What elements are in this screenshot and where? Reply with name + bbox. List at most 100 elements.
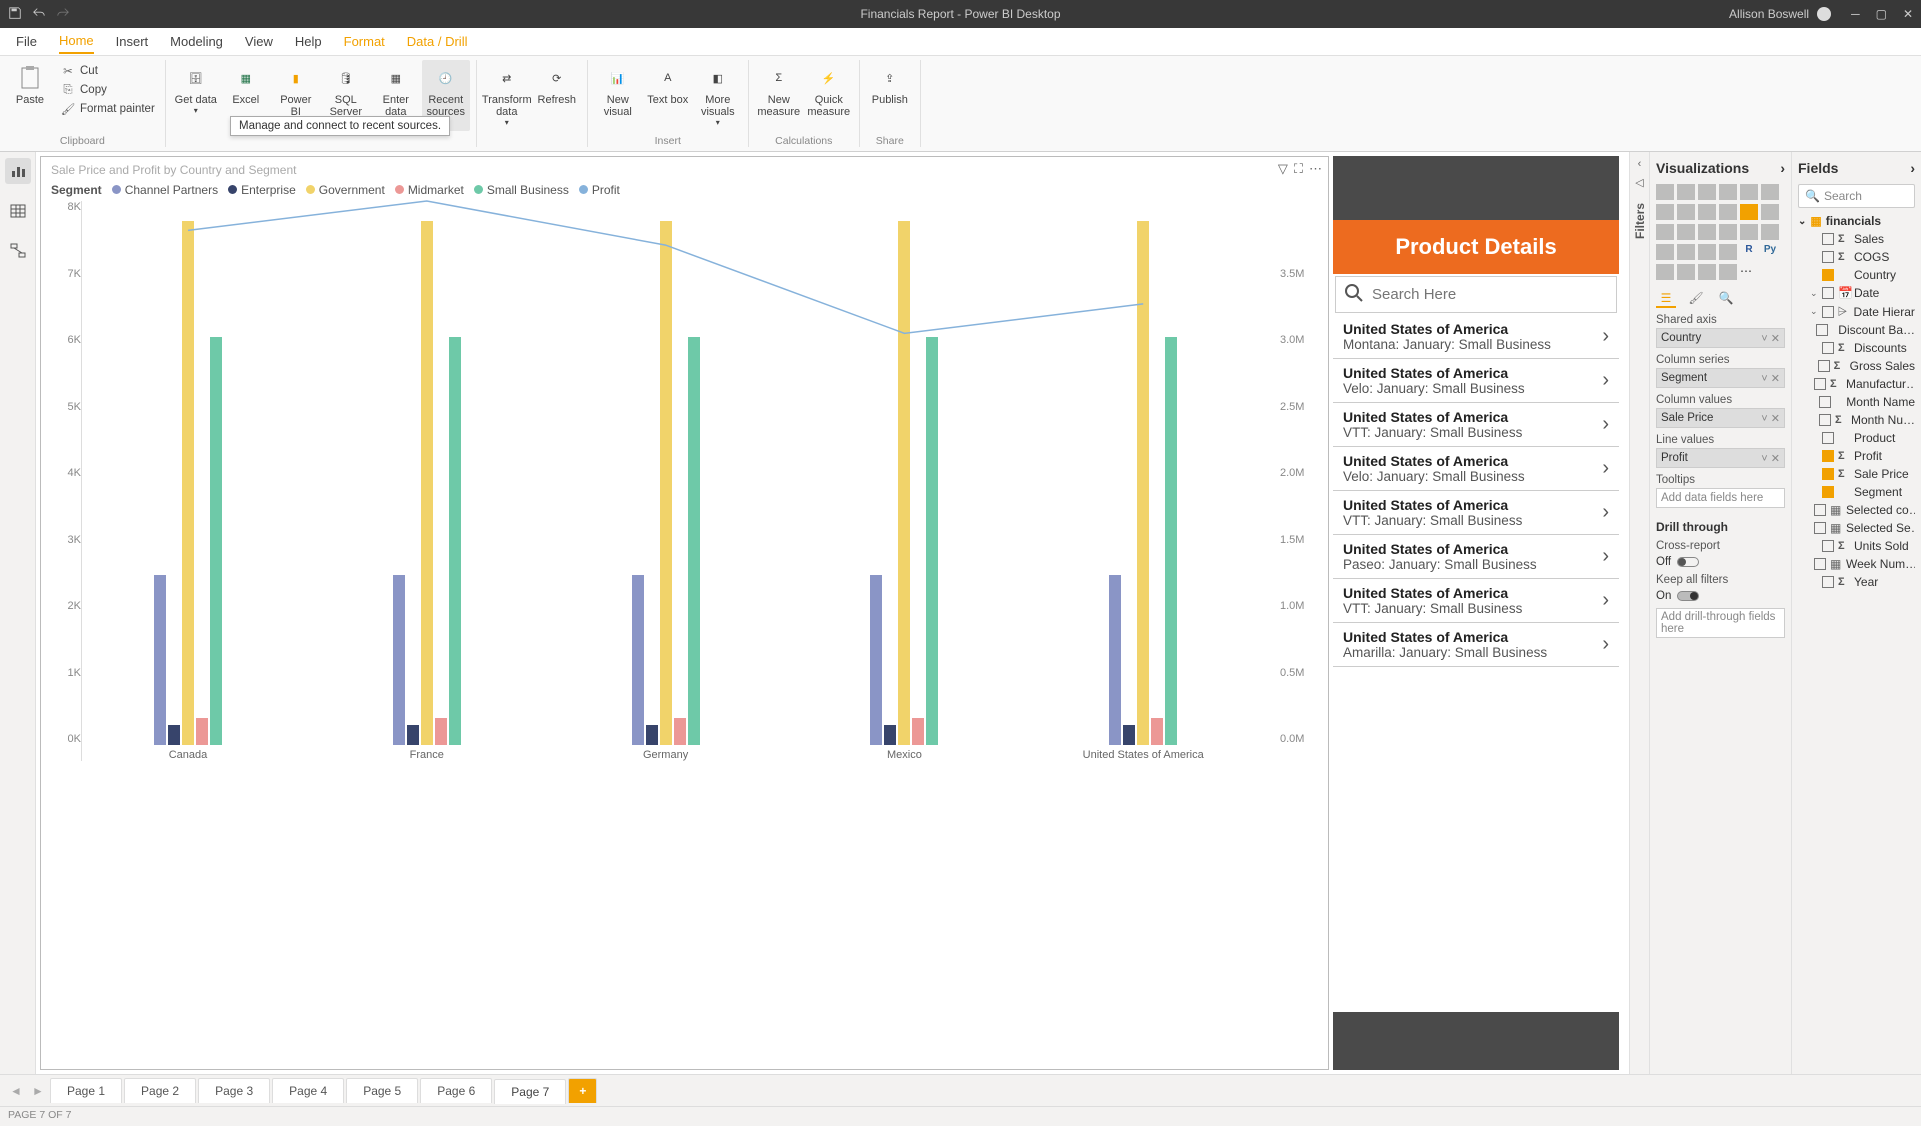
page-tab[interactable]: Page 4: [272, 1078, 344, 1103]
field-row[interactable]: ΣDiscounts: [1798, 339, 1915, 357]
field-row[interactable]: ⌄📅Date: [1798, 284, 1915, 302]
tab-file[interactable]: File: [16, 30, 37, 53]
field-row[interactable]: ⌄⩥Date Hierar…: [1798, 302, 1915, 321]
field-row[interactable]: Product: [1798, 429, 1915, 447]
field-row[interactable]: Segment: [1798, 483, 1915, 501]
tooltips-well[interactable]: Add data fields here: [1656, 488, 1785, 508]
page-tab[interactable]: Page 3: [198, 1078, 270, 1103]
field-row[interactable]: ▦Selected co…: [1798, 501, 1915, 519]
new-measure-button[interactable]: ΣNew measure: [755, 60, 803, 122]
column-series-well[interactable]: Segment˅ ✕: [1656, 368, 1785, 388]
text-box-button[interactable]: AText box: [644, 60, 692, 110]
undo-icon[interactable]: [32, 6, 46, 23]
chevron-right-icon[interactable]: ›: [1910, 160, 1915, 176]
details-search[interactable]: [1335, 276, 1617, 313]
field-row[interactable]: Discount Ba…: [1798, 321, 1915, 339]
report-view-icon[interactable]: [5, 158, 31, 184]
detail-item[interactable]: United States of AmericaVelo: January: S…: [1333, 447, 1619, 491]
visualization-picker[interactable]: RPy ⋯: [1656, 184, 1785, 280]
page-tab[interactable]: Page 6: [420, 1078, 492, 1103]
field-row[interactable]: ΣProfit: [1798, 447, 1915, 465]
table-financials[interactable]: ⌄ ▦ financials: [1798, 214, 1915, 228]
refresh-button[interactable]: ⟳Refresh: [533, 60, 581, 110]
tab-insert[interactable]: Insert: [116, 30, 149, 53]
fields-tab-icon[interactable]: ☰: [1656, 290, 1676, 308]
detail-item[interactable]: United States of AmericaPaseo: January: …: [1333, 535, 1619, 579]
tab-help[interactable]: Help: [295, 30, 322, 53]
filter-icon[interactable]: ▽: [1278, 161, 1288, 177]
add-page-button[interactable]: +: [568, 1078, 597, 1103]
format-tab-icon[interactable]: 🖌: [1686, 290, 1706, 308]
redo-icon[interactable]: [56, 6, 70, 23]
enter-data-button[interactable]: ▦Enter data: [372, 60, 420, 122]
sql-server-button[interactable]: 🛢SQL Server: [322, 60, 370, 122]
page-tab[interactable]: Page 7: [494, 1079, 566, 1104]
cut-button[interactable]: ✂Cut: [56, 62, 159, 80]
column-values-well[interactable]: Sale Price˅ ✕: [1656, 408, 1785, 428]
tab-view[interactable]: View: [245, 30, 273, 53]
user-name[interactable]: Allison Boswell: [1729, 7, 1809, 21]
cross-report-toggle[interactable]: Off: [1656, 556, 1785, 568]
model-view-icon[interactable]: [5, 238, 31, 264]
keep-filters-toggle[interactable]: On: [1656, 590, 1785, 602]
bar-group[interactable]: [122, 221, 254, 745]
chevron-right-icon[interactable]: ›: [1780, 160, 1785, 176]
detail-item[interactable]: United States of AmericaVelo: January: S…: [1333, 359, 1619, 403]
format-painter-button[interactable]: 🖌Format painter: [56, 100, 159, 118]
bar-group[interactable]: [1077, 221, 1209, 745]
detail-item[interactable]: United States of AmericaAmarilla: Januar…: [1333, 623, 1619, 667]
expand-icon[interactable]: ‹: [1638, 158, 1642, 170]
shared-axis-well[interactable]: Country˅ ✕: [1656, 328, 1785, 348]
field-row[interactable]: ▦Selected Se…: [1798, 519, 1915, 537]
field-row[interactable]: ΣSale Price: [1798, 465, 1915, 483]
product-details-visual[interactable]: Product Details United States of America…: [1333, 156, 1619, 1070]
field-row[interactable]: ΣCOGS: [1798, 248, 1915, 266]
bar-group[interactable]: [838, 221, 970, 745]
drillthrough-well[interactable]: Add drill-through fields here: [1656, 608, 1785, 638]
fields-search[interactable]: 🔍 Search: [1798, 184, 1915, 208]
analytics-tab-icon[interactable]: 🔍: [1716, 290, 1736, 308]
transform-data-button[interactable]: ⇄Transform data▾: [483, 60, 531, 131]
bar-group[interactable]: [600, 221, 732, 745]
detail-item[interactable]: United States of AmericaVTT: January: Sm…: [1333, 403, 1619, 447]
publish-button[interactable]: ⇪Publish: [866, 60, 914, 110]
page-tab[interactable]: Page 5: [346, 1078, 418, 1103]
field-row[interactable]: Country: [1798, 266, 1915, 284]
tab-data-drill[interactable]: Data / Drill: [407, 30, 468, 53]
more-options-icon[interactable]: ⋯: [1309, 161, 1322, 177]
next-page-icon[interactable]: ►: [28, 1084, 48, 1098]
field-row[interactable]: Month Name: [1798, 393, 1915, 411]
get-data-button[interactable]: 🗄Get data▾: [172, 60, 220, 119]
line-values-well[interactable]: Profit˅ ✕: [1656, 448, 1785, 468]
data-view-icon[interactable]: [5, 198, 31, 224]
copy-button[interactable]: ⎘Copy: [56, 81, 159, 99]
more-visuals-button[interactable]: ◧More visuals▾: [694, 60, 742, 131]
report-canvas[interactable]: ▽ ⛶ ⋯ Sale Price and Profit by Country a…: [36, 152, 1629, 1074]
maximize-icon[interactable]: ▢: [1876, 7, 1887, 21]
field-row[interactable]: ΣSales: [1798, 230, 1915, 248]
page-tab[interactable]: Page 2: [124, 1078, 196, 1103]
excel-button[interactable]: ▦Excel: [222, 60, 270, 110]
quick-measure-button[interactable]: ⚡Quick measure: [805, 60, 853, 122]
user-avatar-icon[interactable]: [1817, 7, 1831, 21]
tab-home[interactable]: Home: [59, 29, 94, 54]
field-row[interactable]: ΣManufactur…: [1798, 375, 1915, 393]
save-icon[interactable]: [8, 6, 22, 23]
field-row[interactable]: ΣMonth Nu…: [1798, 411, 1915, 429]
detail-item[interactable]: United States of AmericaMontana: January…: [1333, 315, 1619, 359]
bar-group[interactable]: [361, 221, 493, 745]
details-search-input[interactable]: [1372, 286, 1608, 303]
paste-button[interactable]: Paste: [6, 60, 54, 110]
filters-toggle-icon[interactable]: ◁: [1635, 176, 1643, 189]
minimize-icon[interactable]: ─: [1851, 7, 1860, 21]
column-line-chart-visual[interactable]: ▽ ⛶ ⋯ Sale Price and Profit by Country a…: [40, 156, 1329, 1070]
page-tab[interactable]: Page 1: [50, 1078, 122, 1103]
tab-format[interactable]: Format: [344, 30, 385, 53]
detail-item[interactable]: United States of AmericaVTT: January: Sm…: [1333, 579, 1619, 623]
focus-icon[interactable]: ⛶: [1294, 161, 1303, 177]
filters-pane-collapsed[interactable]: ‹ ◁ Filters: [1629, 152, 1649, 1074]
detail-item[interactable]: United States of AmericaVTT: January: Sm…: [1333, 491, 1619, 535]
close-icon[interactable]: ✕: [1903, 7, 1913, 21]
tab-modeling[interactable]: Modeling: [170, 30, 223, 53]
field-row[interactable]: ▦Week Num…: [1798, 555, 1915, 573]
